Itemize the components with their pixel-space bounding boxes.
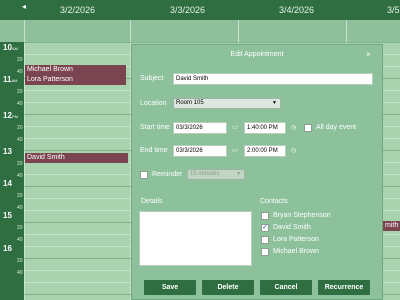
end-time-label: End time: [140, 147, 168, 154]
minute-label: 20: [17, 125, 23, 131]
minute-label: 40: [17, 137, 23, 143]
start-time-label: Start time: [140, 124, 170, 131]
details-textarea[interactable]: [139, 211, 252, 266]
start-time-input[interactable]: 1:40:00 PM: [244, 122, 286, 134]
contact-checkbox[interactable]: ✓: [261, 224, 269, 232]
location-label: Location: [140, 100, 167, 107]
location-select[interactable]: Room 105 ▼: [173, 98, 281, 109]
chevron-down-icon: ▼: [236, 171, 241, 177]
end-time-input[interactable]: 2:00:00 PM: [244, 145, 286, 157]
time-gutter: 10AM 20 40 11AM 20 40 12PM 20 40 13 20 4…: [0, 42, 24, 300]
day-header-2[interactable]: 3/3/2026: [170, 5, 205, 15]
reminder-select[interactable]: 15 minutes ▼: [187, 169, 245, 180]
details-label: Details: [141, 198, 163, 205]
minute-label: 20: [17, 161, 23, 167]
contact-name: David Smith: [273, 224, 311, 231]
reminder-value: 15 minutes: [190, 171, 220, 177]
subject-label: Subject: [140, 75, 164, 82]
reminder-label: Reminder: [152, 171, 183, 178]
minute-label: 20: [17, 258, 23, 264]
appointment[interactable]: David Smith: [25, 153, 128, 163]
save-button[interactable]: Save: [144, 280, 196, 295]
contact-checkbox[interactable]: [261, 236, 269, 244]
appointment[interactable]: Michael Brown: [25, 65, 126, 75]
calendar-header: ◂ 3/2/2026 3/3/2026 3/4/2026 3/5: [0, 0, 400, 20]
minute-label: 20: [17, 193, 23, 199]
subject-input[interactable]: David Smith: [173, 73, 373, 85]
checkmark-icon: ✓: [262, 224, 268, 231]
cancel-button[interactable]: Cancel: [260, 280, 312, 295]
contact-name: Lora Patterson: [273, 236, 319, 243]
hour-label: 13: [3, 147, 12, 156]
edit-appointment-dialog: Edit Appointment × Subject David Smith L…: [131, 44, 383, 300]
hour-label: 11AM: [3, 75, 18, 84]
recurrence-button[interactable]: Recurrence: [318, 280, 370, 295]
all-day-row[interactable]: [0, 20, 400, 42]
appointment[interactable]: Lora Patterson: [25, 75, 126, 85]
minute-label: 20: [17, 225, 23, 231]
contact-checkbox[interactable]: [261, 212, 269, 220]
contacts-label: Contacts: [260, 198, 288, 205]
minute-label: 40: [17, 270, 23, 276]
contact-checkbox[interactable]: [261, 248, 269, 256]
clock-icon[interactable]: ◷: [291, 124, 296, 132]
calendar-icon[interactable]: ▭: [232, 147, 238, 155]
previous-arrow-icon[interactable]: ◂: [22, 2, 26, 11]
calendar-icon[interactable]: ▭: [232, 124, 238, 132]
hour-label: 14: [3, 179, 12, 188]
grid-line: [24, 42, 400, 43]
chevron-down-icon: ▼: [272, 100, 277, 106]
appointment[interactable]: mith: [383, 221, 400, 231]
minute-label: 20: [17, 57, 23, 63]
minute-label: 40: [17, 237, 23, 243]
hour-label: 16: [3, 244, 12, 253]
clock-icon[interactable]: ◷: [291, 147, 296, 155]
day-header-1[interactable]: 3/2/2026: [60, 5, 95, 15]
end-date-input[interactable]: 03/3/2026: [173, 145, 227, 157]
dialog-title: Edit Appointment: [230, 51, 284, 58]
minute-label: 40: [17, 101, 23, 107]
all-day-checkbox[interactable]: [304, 124, 312, 132]
reminder-checkbox[interactable]: [140, 171, 148, 179]
all-day-label: All day event: [316, 124, 357, 131]
contact-name: Bryan Stephenson: [273, 212, 331, 219]
hour-label: 15: [3, 211, 12, 220]
hour-label: 10AM: [3, 43, 18, 52]
minute-label: 20: [17, 89, 23, 95]
location-value: Room 105: [176, 100, 204, 106]
minute-label: 40: [17, 69, 23, 75]
start-date-input[interactable]: 03/3/2026: [173, 122, 227, 134]
delete-button[interactable]: Delete: [202, 280, 254, 295]
day-header-3[interactable]: 3/4/2026: [279, 5, 314, 15]
contact-name: Michael Brown: [273, 248, 319, 255]
minute-label: 40: [17, 173, 23, 179]
minute-label: 40: [17, 205, 23, 211]
close-icon[interactable]: ×: [366, 50, 371, 59]
hour-label: 12PM: [3, 111, 18, 120]
day-header-4[interactable]: 3/5: [387, 5, 400, 15]
